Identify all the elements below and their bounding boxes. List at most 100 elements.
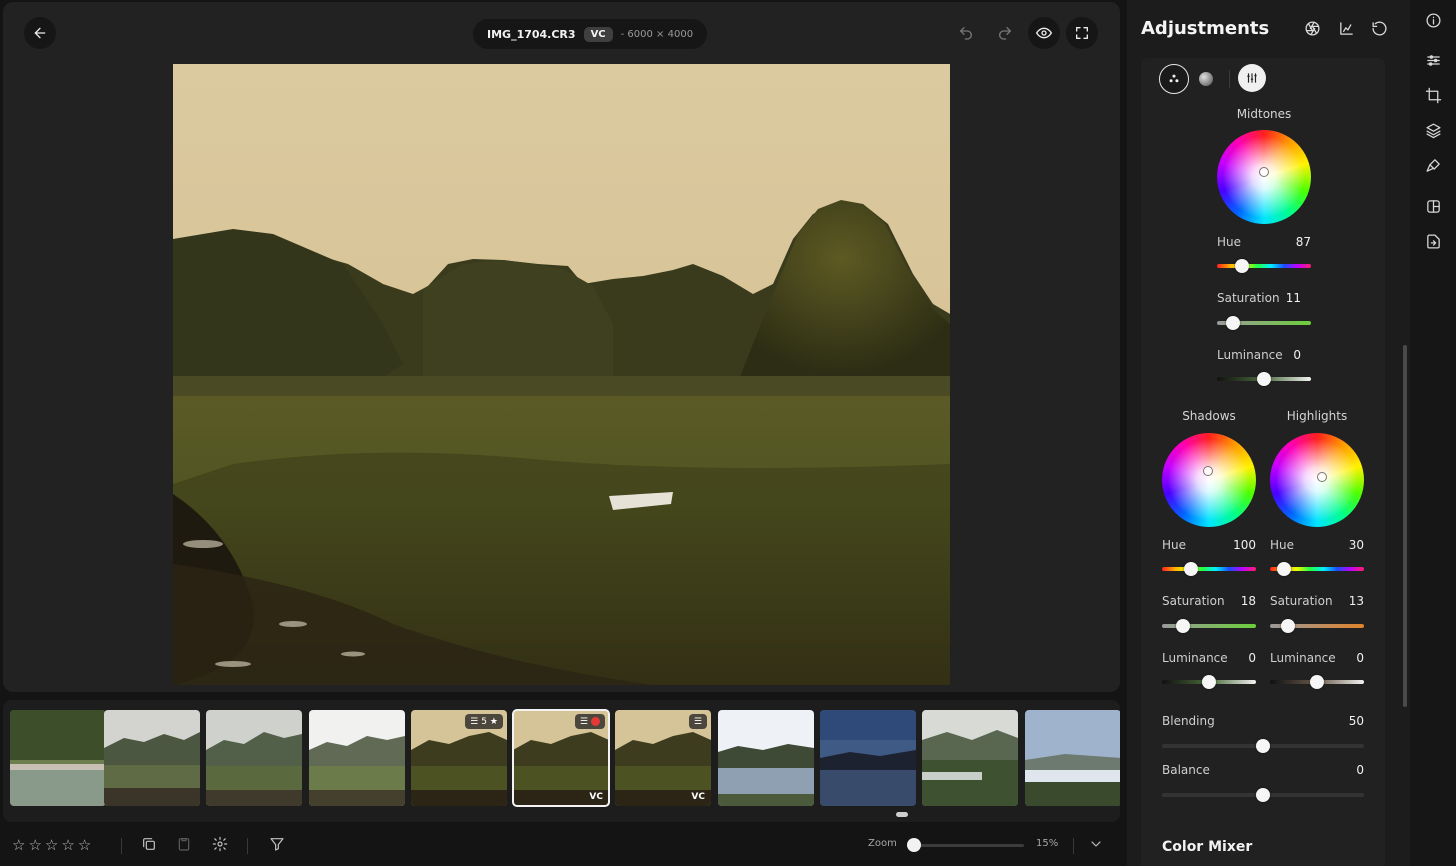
highlights-color-wheel[interactable] [1270,433,1364,527]
highlights-hue-handle[interactable] [1277,562,1292,576]
balance-handle[interactable] [1256,788,1270,802]
layers-icon [1425,122,1442,139]
shadows-luminance-value: 0 [1248,651,1256,665]
highlights-saturation-label: Saturation [1270,594,1333,608]
star-outline-icon[interactable]: ☆ [45,836,58,854]
crop-icon [1425,87,1442,104]
paste-settings-button[interactable] [176,836,194,854]
shadows-label: Shadows [1182,409,1236,423]
info-icon [1425,12,1442,29]
settings-button[interactable] [212,836,230,854]
presets-tool-button[interactable] [1421,194,1445,218]
sliders-mode-button[interactable] [1238,64,1266,92]
shadows-luminance-handle[interactable] [1202,675,1216,689]
export-icon [1425,233,1442,250]
fullscreen-icon [1074,25,1090,41]
presets-icon [1425,198,1442,215]
filmstrip-thumb[interactable] [10,710,106,806]
global-mode-button[interactable] [1191,64,1221,94]
copy-settings-button[interactable] [141,836,159,854]
midtones-saturation-value: 11 [1285,291,1301,305]
redo-button[interactable] [989,17,1021,49]
highlights-saturation-value: 13 [1348,594,1364,608]
collapse-filmstrip-button[interactable] [1088,836,1106,854]
midtones-luminance-handle[interactable] [1257,372,1271,386]
highlights-saturation-handle[interactable] [1280,619,1295,633]
undo-icon [958,25,974,41]
gear-icon [212,836,228,856]
chevron-down-icon [1088,837,1104,856]
divider [247,838,248,854]
reset-icon [1371,21,1388,41]
main-photo[interactable] [173,64,950,685]
shadows-color-wheel[interactable] [1162,433,1256,527]
highlights-hue-label: Hue [1270,538,1295,552]
midtones-hue-slider[interactable] [1217,264,1311,268]
filmstrip-scroll-indicator[interactable] [896,812,908,817]
three-dots-icon [1167,72,1181,86]
filmstrip-thumb[interactable] [309,710,405,806]
midtones-saturation-handle[interactable] [1225,316,1240,330]
histogram-button[interactable] [1338,20,1356,38]
blending-handle[interactable] [1256,739,1270,753]
color-mixer-title[interactable]: Color Mixer [1162,839,1252,855]
tool-rail [1410,0,1456,866]
shadows-hue-value: 100 [1233,538,1256,552]
highlights-wheel-handle[interactable] [1317,472,1327,482]
shadows-wheel-handle[interactable] [1203,466,1213,476]
shadows-hue-slider[interactable] [1162,567,1256,571]
preview-toggle-button[interactable] [1028,17,1060,49]
info-button[interactable] [1421,8,1445,32]
filmstrip-thumb[interactable]: ☰ VC [615,710,711,806]
filter-icon [269,837,285,856]
fullscreen-button[interactable] [1066,17,1098,49]
arrow-left-icon [32,25,48,41]
chart-icon [1338,22,1355,41]
filmstrip: ☰ 5 ★ ☰ VC ☰ VC [3,700,1120,822]
midtones-wheel-handle[interactable] [1259,167,1269,177]
highlights-luminance-label: Luminance [1270,651,1336,665]
filmstrip-thumb[interactable] [1025,710,1120,806]
filmstrip-thumb[interactable] [922,710,1018,806]
zoom-value: 15% [1036,838,1059,849]
star-outline-icon[interactable]: ☆ [28,836,41,854]
highlights-luminance-handle[interactable] [1310,675,1324,689]
midtones-hue-label: Hue [1217,235,1242,249]
shadows-saturation-handle[interactable] [1175,619,1190,633]
zoom-slider[interactable] [914,844,1024,847]
filmstrip-thumb[interactable] [206,710,302,806]
midtones-color-wheel[interactable] [1217,130,1311,224]
star-rating[interactable]: ☆ ☆ ☆ ☆ ☆ [12,836,91,854]
shadows-hue-label: Hue [1162,538,1187,552]
shadows-hue-handle[interactable] [1184,562,1199,576]
adjustments-tool-button[interactable] [1421,48,1445,72]
aperture-button[interactable] [1304,20,1322,38]
thumb-badge: ☰ 5 ★ [465,714,503,729]
paste-icon [176,837,192,856]
back-button[interactable] [24,17,56,49]
export-tool-button[interactable] [1421,229,1445,253]
brush-tool-button[interactable] [1421,153,1445,177]
zoom-slider-handle[interactable] [907,838,921,852]
layers-tool-button[interactable] [1421,118,1445,142]
filmstrip-thumb[interactable] [104,710,200,806]
adjustments-panel: Adjustments Midtones Hue 87 Saturation 1… [1127,0,1410,866]
filter-button[interactable] [269,836,287,854]
star-outline-icon[interactable]: ☆ [12,836,25,854]
reset-button[interactable] [1371,20,1389,38]
midtones-hue-handle[interactable] [1235,259,1250,273]
crop-tool-button[interactable] [1421,83,1445,107]
star-outline-icon[interactable]: ☆ [61,836,74,854]
filmstrip-thumb[interactable] [820,710,916,806]
virtual-copy-badge: VC [583,26,613,42]
filmstrip-thumb-selected[interactable]: ☰ VC [512,709,610,807]
divider [1073,838,1074,854]
aperture-icon [1304,21,1321,41]
three-way-mode-button[interactable] [1159,64,1189,94]
filmstrip-thumb[interactable]: ☰ 5 ★ [411,710,507,806]
filmstrip-thumb[interactable] [718,710,814,806]
adjustments-scrollbar[interactable] [1403,345,1407,707]
star-outline-icon[interactable]: ☆ [78,836,91,854]
thumb-badge: ☰ [574,714,605,729]
undo-button[interactable] [950,17,982,49]
